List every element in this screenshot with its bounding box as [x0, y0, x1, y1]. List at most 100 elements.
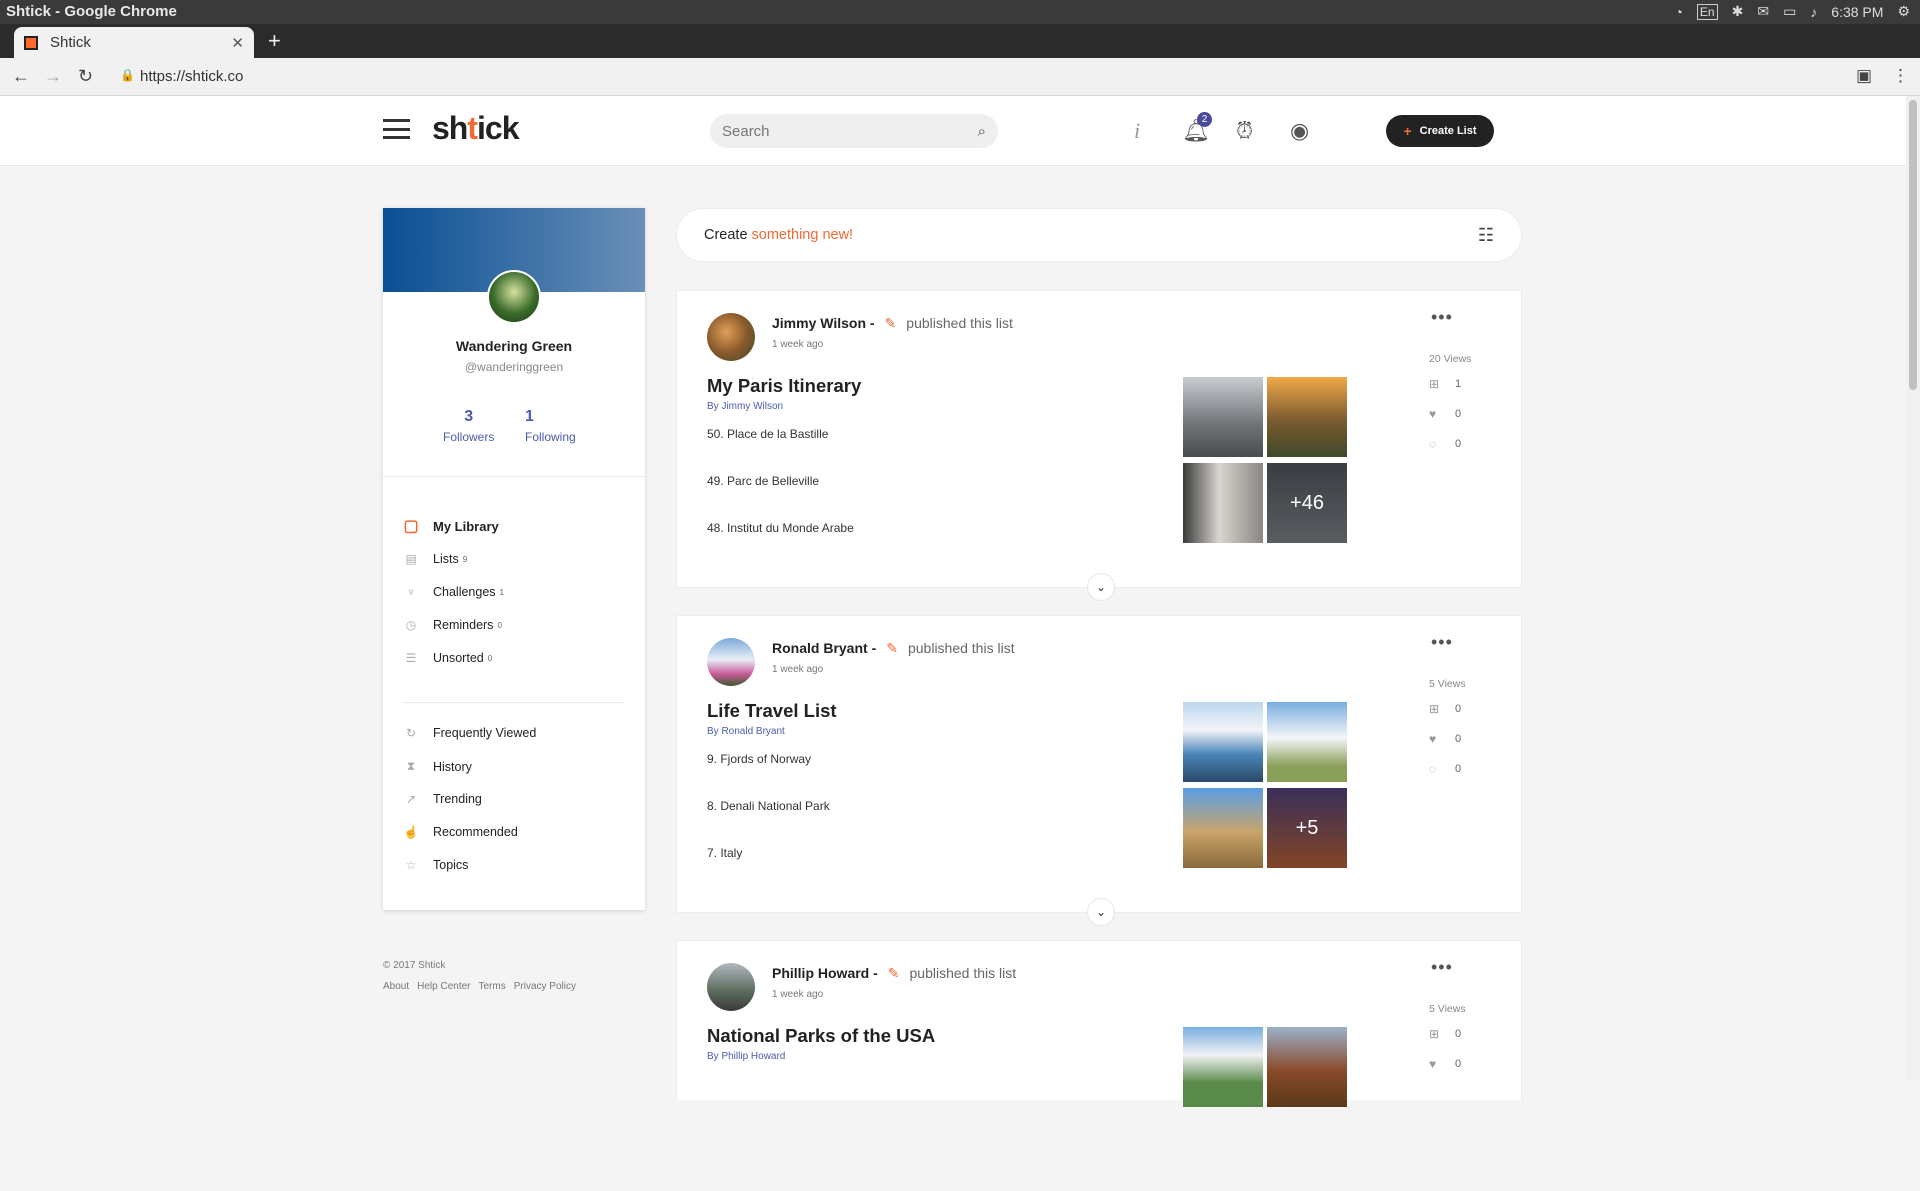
forward-arrow-icon[interactable]: → — [44, 66, 62, 87]
clock-text[interactable]: 6:38 PM — [1831, 4, 1883, 20]
add-to-list-metric[interactable]: ⊞ 0 — [1429, 1027, 1461, 1041]
heart-icon: ♥ — [1429, 407, 1437, 421]
nav-topics[interactable]: ☆ Topics — [403, 858, 469, 872]
browser-menu-icon[interactable]: ⋮ — [1892, 66, 1909, 86]
keyboard-lang-indicator[interactable]: En — [1696, 3, 1718, 20]
tab-title: Shtick — [50, 34, 91, 51]
expand-chevron-icon[interactable]: ⌄ — [1087, 898, 1115, 926]
thumbnail-image[interactable]: +46 — [1267, 463, 1347, 543]
shtick-logo[interactable]: shtick — [432, 110, 519, 147]
my-library-link[interactable]: ▢ My Library — [403, 516, 498, 536]
settings-gear-icon[interactable]: ⚙ — [1897, 3, 1910, 20]
search-input[interactable] — [722, 122, 952, 140]
expand-chevron-icon[interactable]: ⌄ — [1087, 573, 1115, 601]
author-name[interactable]: Ronald Bryant - — [772, 640, 876, 656]
browser-tab[interactable]: Shtick ✕ — [14, 27, 254, 58]
thumbnail-image[interactable] — [1267, 702, 1347, 782]
nav-history[interactable]: ⧗ History — [403, 759, 472, 774]
trending-up-icon: ↗ — [405, 792, 417, 806]
nav-trending[interactable]: ↗ Trending — [403, 792, 482, 806]
library-item-challenges[interactable]: ♆ Challenges 1 — [403, 585, 505, 599]
profile-card: Wandering Green @wanderinggreen 3 Follow… — [383, 208, 645, 910]
search-icon[interactable]: ⌕ — [978, 123, 986, 140]
bluetooth-icon[interactable]: ✱ — [1732, 3, 1744, 20]
list-item[interactable]: 49. Parc de Belleville — [707, 474, 819, 488]
thumbnail-image[interactable] — [1183, 1027, 1263, 1107]
pencil-icon: ✎ — [884, 315, 897, 331]
user-icon[interactable]: ◉ — [1290, 118, 1309, 144]
following-stat[interactable]: 1 Following — [525, 408, 576, 444]
wifi-icon[interactable]: ◔ — [1674, 4, 1682, 20]
add-to-list-metric[interactable]: ⊞ 0 — [1429, 702, 1461, 716]
comments-metric[interactable]: ◌ 0 — [1429, 762, 1461, 776]
list-title[interactable]: My Paris Itinerary — [707, 375, 861, 397]
search-bar[interactable]: ⌕ — [710, 114, 998, 148]
footer-link-privacy-policy[interactable]: Privacy Policy — [514, 981, 576, 992]
create-new-box[interactable]: Create something new! ☷ — [676, 208, 1522, 262]
list-byline[interactable]: By Ronald Bryant — [707, 726, 785, 737]
likes-metric[interactable]: ♥ 0 — [1429, 732, 1461, 746]
likes-metric[interactable]: ♥ 0 — [1429, 407, 1461, 421]
list-item[interactable]: 8. Denali National Park — [707, 799, 830, 813]
comments-metric[interactable]: ◌ 0 — [1429, 437, 1461, 451]
footer-link-help-center[interactable]: Help Center — [417, 981, 470, 992]
thumbnail-image[interactable] — [1267, 377, 1347, 457]
more-count: +46 — [1267, 463, 1347, 543]
thumbnail-image[interactable] — [1183, 788, 1263, 868]
thumbnail-image[interactable] — [1267, 1027, 1347, 1107]
profile-name[interactable]: Wandering Green — [383, 338, 645, 354]
author-line: Jimmy Wilson - ✎ published this list — [772, 315, 1013, 332]
nav-recommended[interactable]: ☝ Recommended — [403, 825, 518, 839]
thumbnail-image[interactable] — [1183, 463, 1263, 543]
footer-link-about[interactable]: About — [383, 981, 409, 992]
list-byline[interactable]: By Phillip Howard — [707, 1051, 785, 1062]
more-options-icon[interactable]: ••• — [1431, 957, 1453, 978]
profile-avatar[interactable] — [487, 270, 541, 324]
footer-link-terms[interactable]: Terms — [479, 981, 506, 992]
likes-metric[interactable]: ♥ 0 — [1429, 1057, 1461, 1071]
more-options-icon[interactable]: ••• — [1431, 632, 1453, 653]
feed-card: Jimmy Wilson - ✎ published this list 1 wee… — [676, 290, 1522, 601]
thumbnail-image[interactable] — [1183, 377, 1263, 457]
add-to-list-metric[interactable]: ⊞ 1 — [1429, 377, 1461, 391]
thumbnail-image[interactable] — [1183, 702, 1263, 782]
library-item-unsorted[interactable]: ☰ Unsorted 0 — [403, 651, 493, 665]
url-field[interactable]: https://shtick.co — [140, 68, 243, 85]
author-avatar[interactable] — [707, 963, 755, 1011]
followers-stat[interactable]: 3 Followers — [443, 408, 494, 444]
author-name[interactable]: Jimmy Wilson - — [772, 315, 875, 331]
battery-icon[interactable]: ▭ — [1783, 3, 1796, 20]
close-tab-icon[interactable]: ✕ — [231, 34, 244, 52]
back-arrow-icon[interactable]: ← — [12, 66, 30, 87]
list-item[interactable]: 50. Place de la Bastille — [707, 427, 828, 441]
library-item-reminders[interactable]: ◷ Reminders 0 — [403, 618, 502, 632]
more-options-icon[interactable]: ••• — [1431, 307, 1453, 328]
hamburger-menu-icon[interactable] — [383, 119, 410, 139]
thumbnail-image[interactable]: +5 — [1267, 788, 1347, 868]
feed-card: Phillip Howard - ✎ published this list 1 w… — [676, 940, 1522, 1107]
volume-icon[interactable]: ♪ — [1810, 4, 1817, 20]
list-view-icon[interactable]: ☷ — [1478, 225, 1494, 246]
library-item-lists[interactable]: ▤ Lists 9 — [403, 552, 467, 566]
create-list-button[interactable]: + Create List — [1386, 115, 1494, 147]
author-avatar[interactable] — [707, 313, 755, 361]
new-tab-icon[interactable]: + — [268, 28, 281, 54]
info-icon[interactable]: i — [1134, 118, 1140, 144]
nav-frequently-viewed[interactable]: ↻ Frequently Viewed — [403, 726, 536, 740]
list-item[interactable]: 9. Fjords of Norway — [707, 752, 811, 766]
scrollbar-thumb[interactable] — [1909, 100, 1917, 390]
list-item[interactable]: 7. Italy — [707, 846, 742, 860]
os-top-bar: Shtick - Google Chrome ◔ En ✱ ✉ ▭ ♪ 6:38… — [0, 0, 1920, 24]
list-title[interactable]: National Parks of the USA — [707, 1025, 935, 1047]
list-item[interactable]: 48. Institut du Monde Arabe — [707, 521, 854, 535]
list-title[interactable]: Life Travel List — [707, 700, 837, 722]
page-scrollbar[interactable] — [1906, 96, 1920, 1080]
author-avatar[interactable] — [707, 638, 755, 686]
page-footer: © 2017 Shtick About Help Center Terms Pr… — [383, 960, 576, 992]
mail-icon[interactable]: ✉ — [1757, 3, 1769, 20]
extension-icon[interactable]: ▣ — [1856, 66, 1872, 86]
list-byline[interactable]: By Jimmy Wilson — [707, 401, 783, 412]
author-name[interactable]: Phillip Howard - — [772, 965, 878, 981]
reload-icon[interactable]: ↻ — [78, 66, 93, 87]
alarm-icon[interactable]: ⏰︎ — [1236, 118, 1253, 144]
